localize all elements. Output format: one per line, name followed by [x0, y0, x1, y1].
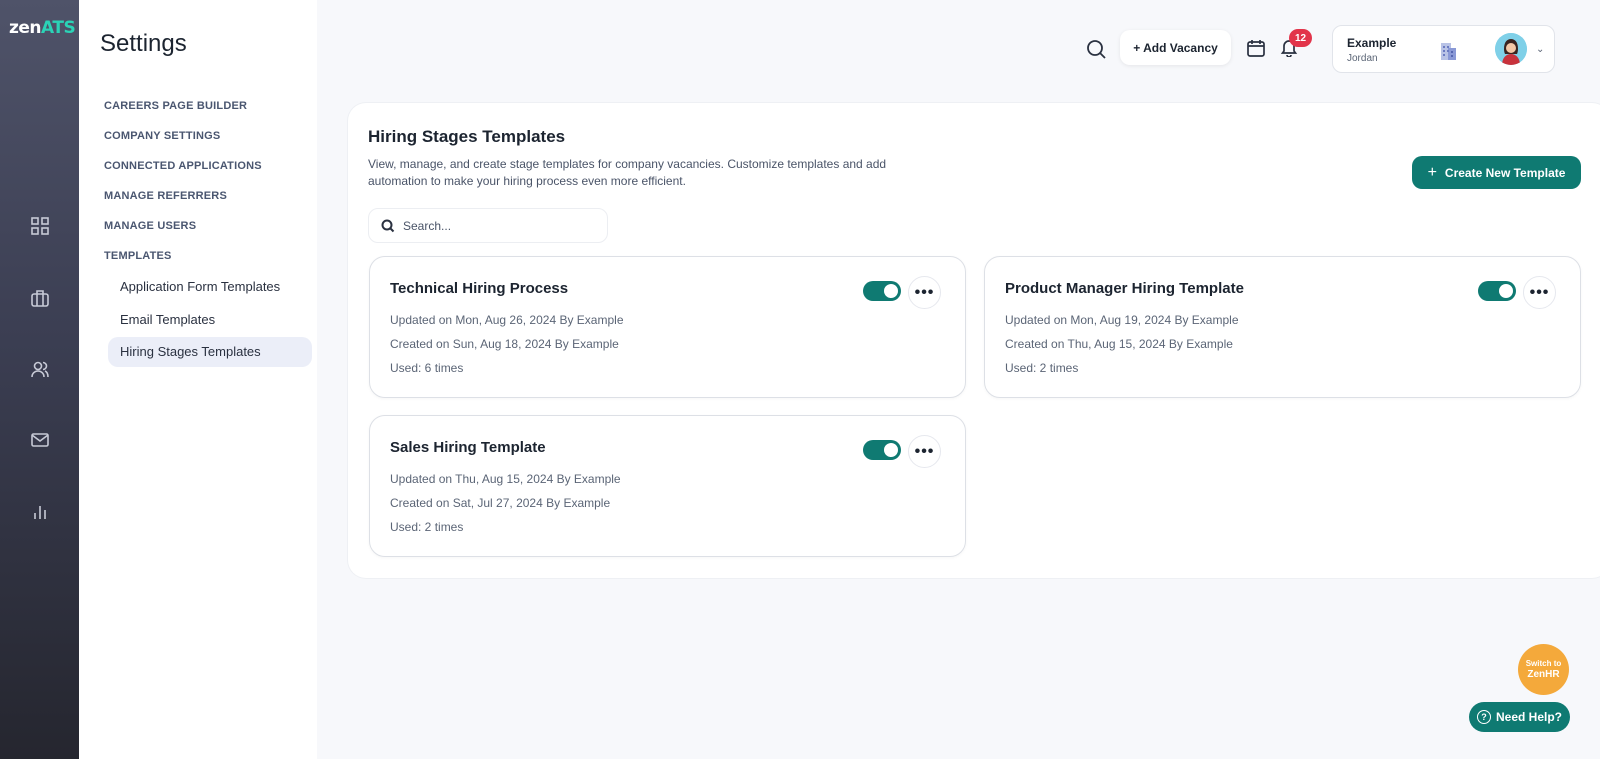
- template-created: Created on Thu, Aug 15, 2024 By Example: [1005, 337, 1233, 351]
- need-help-button[interactable]: ? Need Help?: [1469, 702, 1570, 732]
- template-updated: Updated on Mon, Aug 26, 2024 By Example: [390, 313, 624, 327]
- nav-careers-page-builder[interactable]: CAREERS PAGE BUILDER: [104, 100, 247, 112]
- chevron-down-icon: ⌄: [1536, 44, 1545, 55]
- sub-item-application-form-templates[interactable]: Application Form Templates: [108, 272, 312, 302]
- app-logo[interactable]: zenATS: [9, 18, 76, 38]
- calendar-icon[interactable]: [1246, 38, 1268, 60]
- settings-sidebar: Settings CAREERS PAGE BUILDER COMPANY SE…: [79, 0, 317, 759]
- search-field[interactable]: [368, 208, 608, 243]
- template-active-toggle[interactable]: [1478, 281, 1516, 301]
- template-name: Product Manager Hiring Template: [1005, 280, 1244, 297]
- page-title: Hiring Stages Templates: [368, 127, 566, 146]
- switch-label-line1: Switch to: [1525, 659, 1562, 668]
- template-card[interactable]: Sales Hiring Template Updated on Thu, Au…: [369, 415, 966, 557]
- building-icon: [1441, 43, 1456, 60]
- create-new-template-button[interactable]: + Create New Template: [1412, 156, 1581, 189]
- template-card[interactable]: Product Manager Hiring Template Updated …: [984, 256, 1581, 398]
- nav-connected-applications[interactable]: CONNECTED APPLICATIONS: [104, 160, 262, 172]
- template-used: Used: 6 times: [390, 361, 464, 375]
- dashboard-icon[interactable]: [26, 212, 54, 240]
- nav-company-settings[interactable]: COMPANY SETTINGS: [104, 130, 220, 142]
- search-icon: [381, 219, 395, 233]
- nav-manage-users[interactable]: MANAGE USERS: [104, 220, 196, 232]
- template-updated: Updated on Thu, Aug 15, 2024 By Example: [390, 472, 621, 486]
- avatar: [1495, 33, 1527, 65]
- mail-icon[interactable]: [26, 426, 54, 454]
- reports-icon[interactable]: [26, 498, 54, 526]
- more-options-button[interactable]: •••: [908, 435, 941, 468]
- template-created: Created on Sat, Jul 27, 2024 By Example: [390, 496, 611, 510]
- notification-badge: 12: [1289, 29, 1312, 47]
- nav-templates[interactable]: TEMPLATES: [104, 250, 172, 262]
- account-name: Example: [1347, 36, 1397, 50]
- template-created: Created on Sun, Aug 18, 2024 By Example: [390, 337, 619, 351]
- nav-manage-referrers[interactable]: MANAGE REFERRERS: [104, 190, 227, 202]
- search-input[interactable]: [403, 217, 599, 235]
- sub-item-email-templates[interactable]: Email Templates: [108, 305, 312, 335]
- plus-icon: +: [1427, 163, 1437, 181]
- more-options-button[interactable]: •••: [1523, 276, 1556, 309]
- account-menu[interactable]: Example Jordan ⌄: [1332, 25, 1555, 73]
- template-name: Sales Hiring Template: [390, 439, 546, 456]
- template-used: Used: 2 times: [390, 520, 464, 534]
- template-updated: Updated on Mon, Aug 19, 2024 By Example: [1005, 313, 1239, 327]
- settings-title: Settings: [100, 30, 187, 57]
- need-help-label: Need Help?: [1495, 710, 1562, 724]
- app-rail: zenATS: [0, 0, 79, 759]
- add-vacancy-button[interactable]: + Add Vacancy: [1120, 30, 1231, 65]
- template-name: Technical Hiring Process: [390, 280, 569, 297]
- switch-to-zenhr-button[interactable]: Switch to ZenHR: [1518, 644, 1569, 695]
- more-options-button[interactable]: •••: [908, 276, 941, 309]
- briefcase-icon[interactable]: [26, 284, 54, 312]
- template-used: Used: 2 times: [1005, 361, 1079, 375]
- template-card[interactable]: Technical Hiring Process Updated on Mon,…: [369, 256, 966, 398]
- account-user: Jordan: [1347, 53, 1378, 64]
- create-new-template-label: Create New Template: [1444, 165, 1566, 180]
- help-icon: ?: [1476, 710, 1491, 724]
- templates-panel: Hiring Stages Templates View, manage, an…: [348, 103, 1600, 578]
- sub-item-hiring-stages-templates[interactable]: Hiring Stages Templates: [108, 337, 312, 367]
- switch-label-line2: ZenHR: [1527, 669, 1560, 680]
- template-active-toggle[interactable]: [863, 440, 901, 460]
- page-description: View, manage, and create stage templates…: [368, 157, 887, 188]
- search-icon[interactable]: [1085, 38, 1109, 62]
- users-icon[interactable]: [26, 355, 54, 383]
- template-active-toggle[interactable]: [863, 281, 901, 301]
